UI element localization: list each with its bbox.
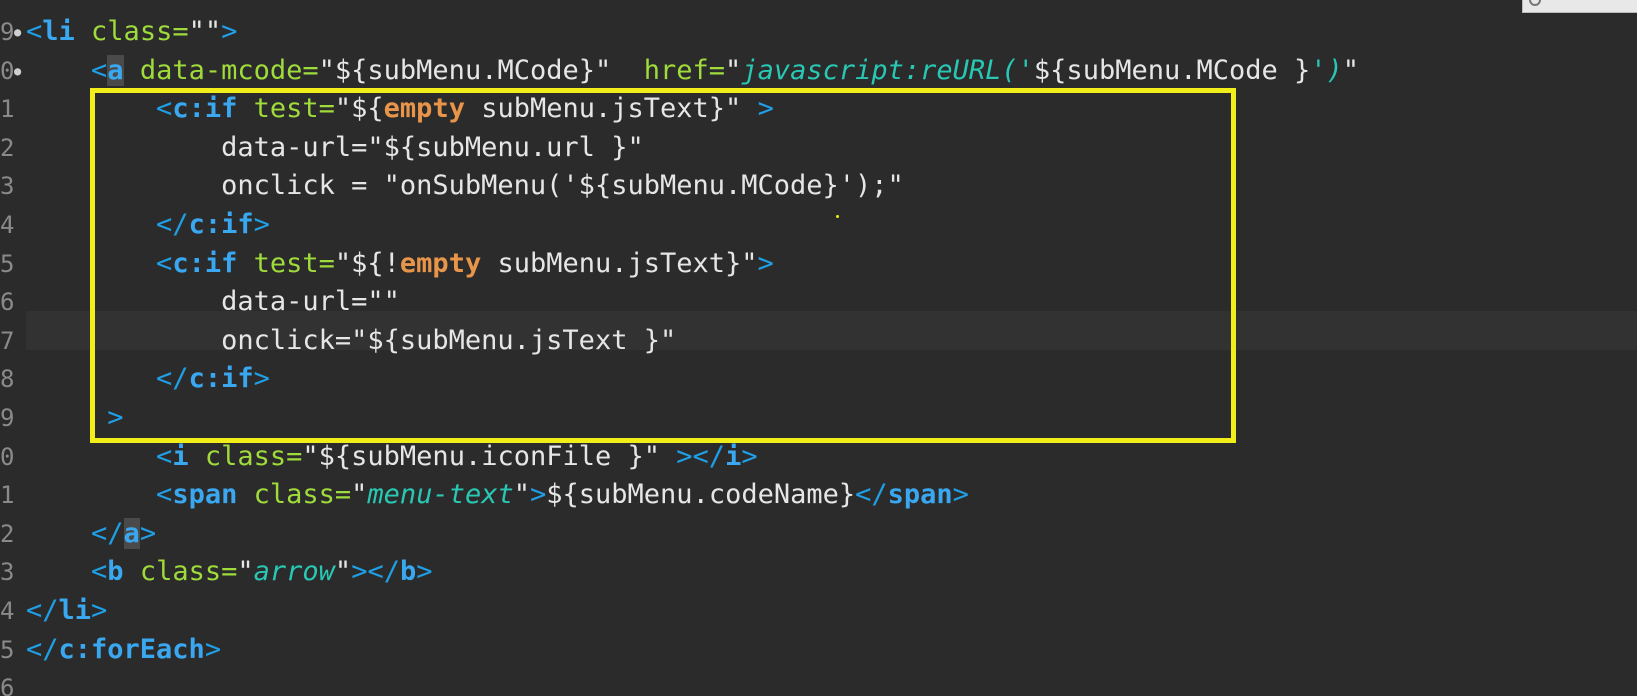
- code-token: ": [1342, 54, 1360, 86]
- code-line[interactable]: </c:forEach>: [26, 631, 221, 670]
- code-token: a: [107, 54, 124, 86]
- code-token: i: [725, 440, 742, 472]
- line-number: 3: [0, 558, 15, 587]
- code-line[interactable]: <a data-mcode="${subMenu.MCode}" href="j…: [26, 52, 1359, 91]
- code-token: ": [725, 54, 742, 86]
- code-token: menu-text: [367, 479, 514, 511]
- code-token: ${subMenu.codeName}: [546, 479, 856, 511]
- code-token: ": [237, 556, 254, 588]
- code-token: >: [221, 16, 238, 47]
- line-number: 8: [0, 365, 15, 394]
- code-line[interactable]: <li class="">: [26, 13, 237, 52]
- code-token: "${subMenu.MCode}": [318, 54, 612, 86]
- code-token: b: [399, 556, 417, 588]
- line-number: 5: [0, 249, 15, 278]
- line-number: 7: [0, 326, 15, 355]
- code-token: javascript:reURL(': [741, 54, 1034, 86]
- line-number: 2: [0, 133, 15, 162]
- code-token: class=: [91, 16, 189, 47]
- code-token: href=: [643, 54, 726, 86]
- code-token: b: [107, 556, 124, 588]
- code-token: >: [952, 479, 969, 511]
- line-number: 6: [0, 288, 15, 317]
- line-number: 1: [0, 481, 15, 510]
- code-editor[interactable]: 9 ● 0 ● 1 2 3 4 5 6 7 8 9 0 1 2 3 4 5 6 <li class=""> <a da…: [0, 0, 1637, 696]
- line-number: 3: [0, 172, 15, 201]
- code-token: </: [91, 517, 124, 549]
- code-token: </: [855, 479, 888, 511]
- code-token: ": [351, 479, 368, 511]
- code-token: </: [26, 633, 59, 665]
- code-token: '): [1310, 54, 1343, 86]
- line-number: 9: [0, 18, 15, 46]
- code-token: ></: [351, 556, 400, 588]
- fold-marker-icon[interactable]: ●: [14, 13, 21, 52]
- code-line[interactable]: </li>: [26, 592, 107, 631]
- window-corner-button[interactable]: [1522, 0, 1637, 13]
- code-token: "${subMenu.iconFile }": [302, 440, 661, 472]
- line-number-gutter: 9 ● 0 ● 1 2 3 4 5 6 7 8 9 0 1 2 3 4 5 6: [0, 0, 26, 696]
- line-number: 0: [0, 442, 15, 471]
- code-token: ": [334, 556, 352, 588]
- code-line[interactable]: <b class="arrow"></b>: [26, 553, 433, 592]
- code-token: arrow: [253, 556, 335, 588]
- line-number: 6: [0, 674, 15, 696]
- code-token: <: [26, 16, 43, 47]
- code-token: class=: [139, 556, 238, 588]
- code-token: "": [188, 16, 222, 47]
- code-token: ": [513, 479, 530, 511]
- code-token: class=: [253, 479, 352, 511]
- code-token: span: [887, 479, 953, 511]
- close-icon: [1529, 0, 1541, 6]
- code-token: <: [91, 556, 108, 588]
- annotation-highlight-box: [90, 88, 1236, 443]
- code-token: >: [139, 517, 157, 549]
- code-token: data-mcode=: [139, 54, 319, 86]
- code-token: >: [204, 633, 222, 665]
- code-token: class=: [204, 440, 303, 472]
- code-token: i: [172, 440, 189, 472]
- line-number: 1: [0, 95, 15, 124]
- code-token: ${subMenu.MCode }: [1033, 54, 1311, 86]
- code-token: c:forEach: [58, 633, 205, 665]
- code-token: >: [91, 595, 108, 626]
- code-token: >: [741, 440, 758, 472]
- code-token: <: [156, 479, 173, 511]
- line-number: 2: [0, 519, 15, 548]
- code-token: </: [26, 595, 59, 626]
- code-line[interactable]: <i class="${subMenu.iconFile }" ></i>: [26, 438, 758, 477]
- annotation-dot: [836, 215, 839, 218]
- line-number: 5: [0, 635, 15, 664]
- code-token: li: [42, 16, 75, 47]
- line-number: 9: [0, 404, 15, 432]
- fold-marker-icon[interactable]: ●: [14, 52, 21, 91]
- code-token: <: [91, 54, 108, 86]
- code-line[interactable]: </a>: [26, 515, 156, 554]
- code-token: ></: [676, 440, 726, 472]
- code-token: >: [416, 556, 433, 588]
- code-token: >: [530, 479, 547, 511]
- line-number: 0: [0, 56, 15, 85]
- code-token: <: [156, 440, 173, 472]
- code-token: li: [58, 595, 92, 626]
- code-token: a: [123, 517, 140, 549]
- line-number: 4: [0, 211, 15, 239]
- code-token: span: [172, 479, 238, 511]
- code-line[interactable]: <span class="menu-text">${subMenu.codeNa…: [26, 476, 969, 515]
- line-number: 4: [0, 597, 15, 625]
